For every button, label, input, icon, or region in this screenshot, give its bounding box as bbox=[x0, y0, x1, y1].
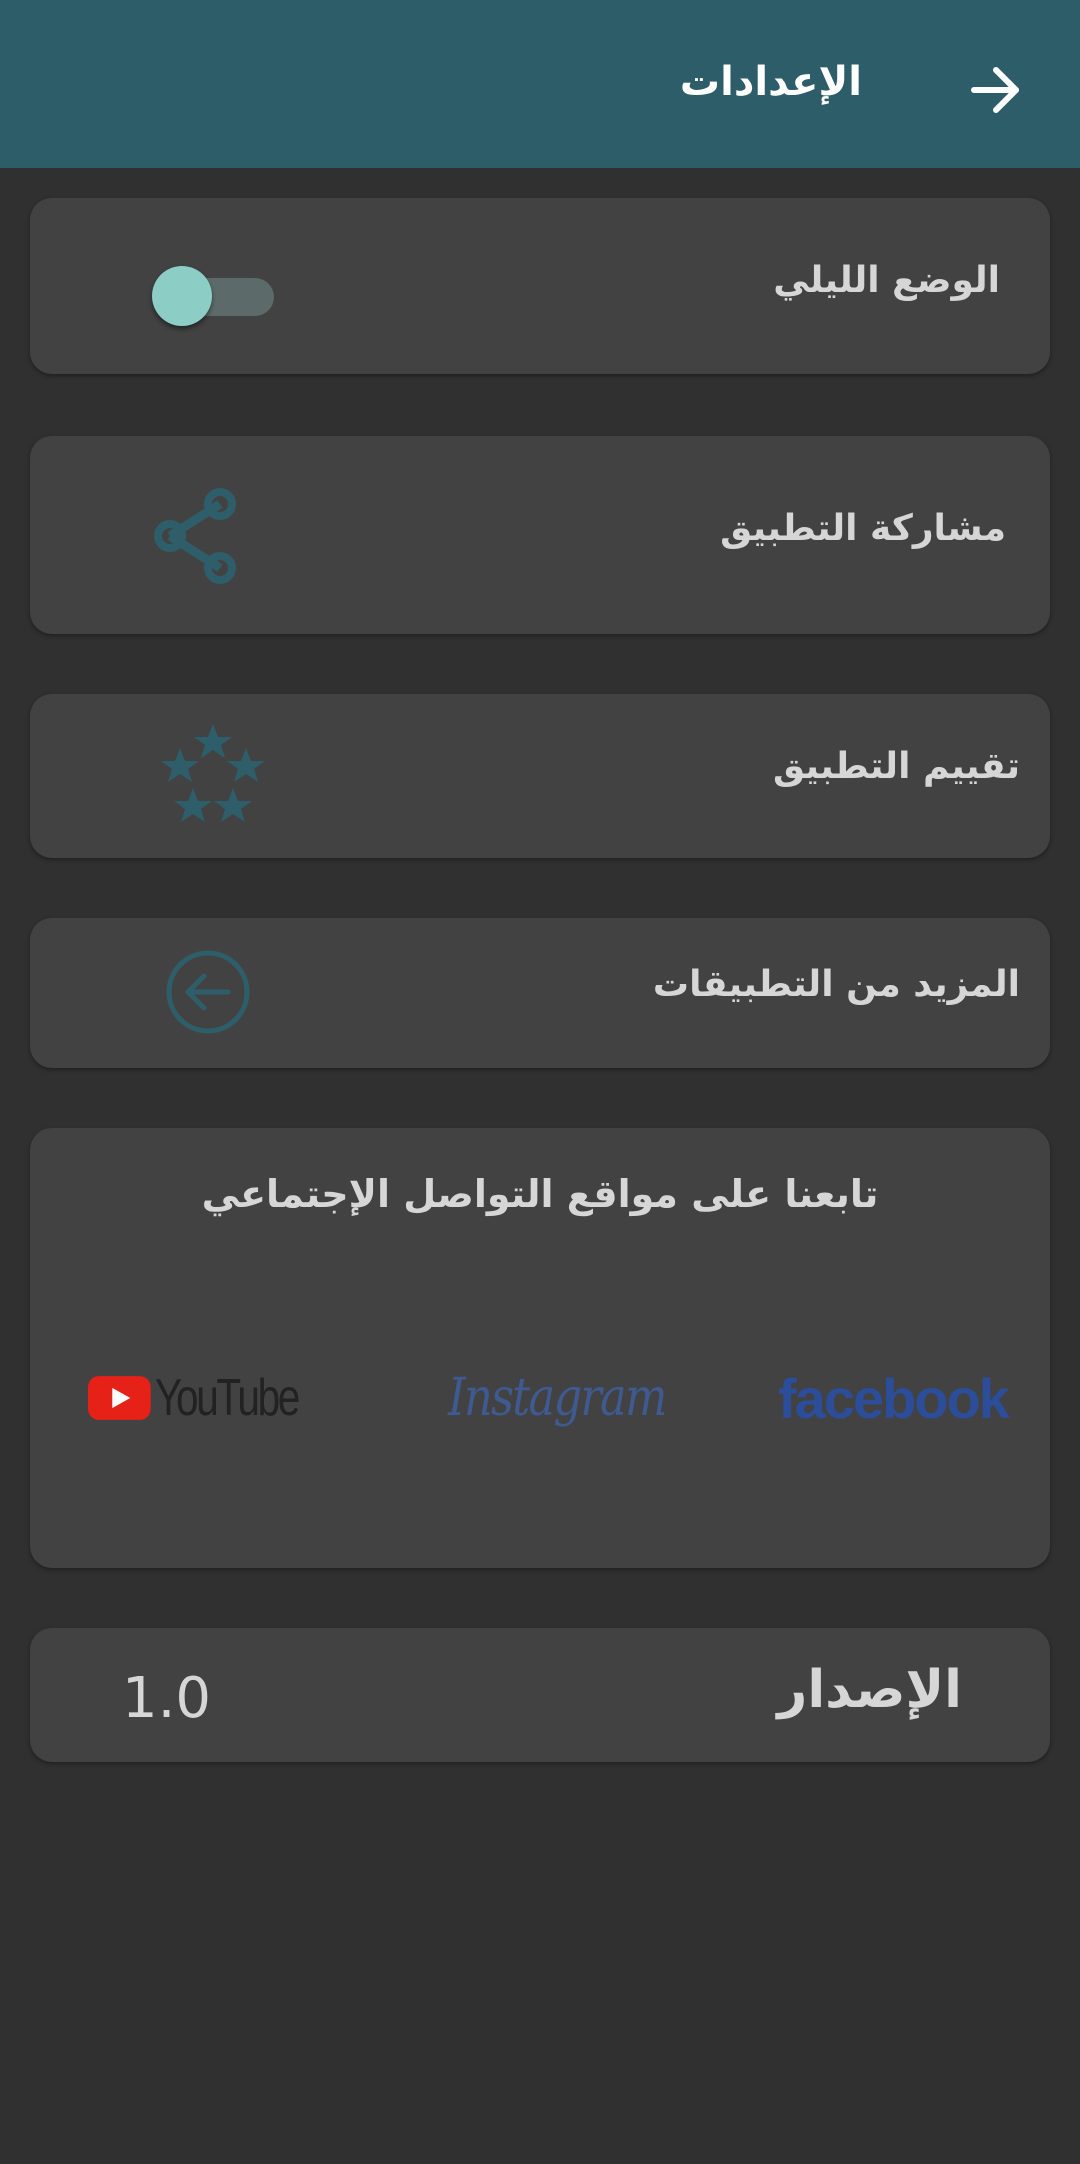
app-bar: الإعدادات bbox=[0, 0, 1080, 168]
facebook-link[interactable]: facebook bbox=[778, 1348, 1028, 1448]
instagram-link[interactable]: Instagram bbox=[448, 1348, 698, 1448]
version-label: الإصدار bbox=[777, 1660, 962, 1720]
more-apps-card[interactable]: المزيد من التطبيقات bbox=[30, 918, 1050, 1068]
night-mode-card[interactable]: الوضع الليلي bbox=[30, 198, 1050, 374]
page-title: الإعدادات bbox=[679, 59, 862, 105]
instagram-label: Instagram bbox=[448, 1368, 667, 1428]
toggle-thumb bbox=[152, 266, 212, 326]
facebook-label: facebook bbox=[778, 1366, 1010, 1430]
night-mode-label: الوضع الليلي bbox=[773, 260, 1000, 301]
night-mode-toggle[interactable] bbox=[152, 264, 280, 328]
youtube-link[interactable]: YouTube bbox=[88, 1348, 338, 1448]
stars-icon bbox=[158, 722, 268, 836]
rate-app-card[interactable]: تقييم التطبيق bbox=[30, 694, 1050, 858]
share-app-card[interactable]: مشاركة التطبيق bbox=[30, 436, 1050, 634]
version-card: الإصدار 1.0 bbox=[30, 1628, 1050, 1762]
circle-arrow-left-icon bbox=[164, 948, 252, 1040]
social-title: تابعنا على مواقع التواصل الإجتماعي bbox=[201, 1172, 879, 1216]
social-card: تابعنا على مواقع التواصل الإجتماعي YouTu… bbox=[30, 1128, 1050, 1568]
back-button[interactable] bbox=[960, 54, 1032, 126]
youtube-label: YouTube bbox=[154, 1369, 300, 1427]
share-icon bbox=[148, 486, 248, 590]
youtube-logo-icon bbox=[88, 1376, 151, 1420]
version-value: 1.0 bbox=[122, 1666, 212, 1731]
more-apps-label: المزيد من التطبيقات bbox=[652, 964, 1020, 1005]
rate-app-label: تقييم التطبيق bbox=[772, 746, 1020, 787]
arrow-right-icon bbox=[971, 67, 1019, 113]
share-app-label: مشاركة التطبيق bbox=[720, 508, 1006, 549]
